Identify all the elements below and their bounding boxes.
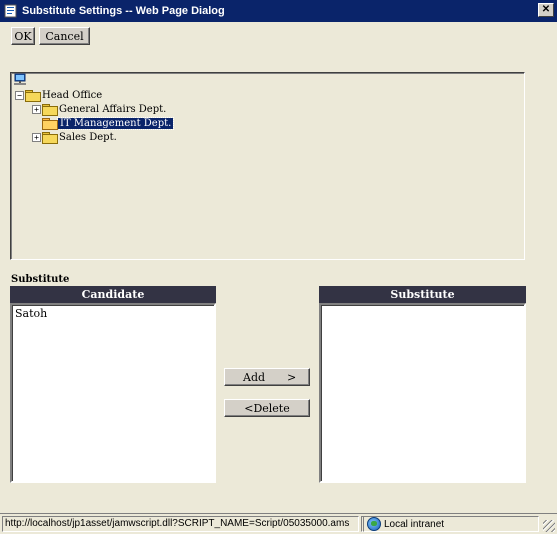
network-icon — [13, 73, 27, 90]
folder-open-icon — [25, 89, 41, 102]
tree-node-label[interactable]: Head Office — [41, 90, 103, 101]
tree-root[interactable] — [13, 73, 27, 90]
tree-node-it-management[interactable]: IT Management Dept. — [42, 116, 175, 130]
add-arrow: > — [287, 370, 297, 384]
folder-icon — [42, 131, 58, 144]
substitute-header: Substitute — [319, 286, 526, 303]
title-bar: Substitute Settings -- Web Page Dialog ✕ — [0, 0, 557, 22]
tree-node-label[interactable]: Sales Dept. — [58, 132, 118, 143]
dialog-icon — [4, 4, 18, 18]
ok-button[interactable]: OK — [11, 27, 35, 45]
collapse-icon[interactable]: − — [15, 90, 24, 100]
expand-icon[interactable]: + — [32, 104, 41, 114]
candidate-header: Candidate — [10, 286, 216, 303]
tree-node-label[interactable]: General Affairs Dept. — [58, 104, 167, 115]
folder-open-icon — [42, 117, 58, 130]
resize-grip-icon[interactable] — [543, 520, 555, 532]
candidate-list[interactable]: Satoh — [10, 303, 216, 483]
cancel-button[interactable]: Cancel — [39, 27, 90, 45]
delete-button[interactable]: <Delete — [224, 399, 310, 417]
dialog-body: OK Cancel − Head Office + General Affair… — [3, 22, 554, 512]
expand-icon[interactable]: + — [32, 132, 41, 142]
folder-icon — [42, 103, 58, 116]
organization-tree[interactable]: − Head Office + General Affairs Dept. IT… — [10, 72, 525, 260]
tree-node-head-office[interactable]: − Head Office — [15, 88, 103, 102]
substitute-list[interactable] — [319, 303, 526, 483]
tree-node-sales[interactable]: + Sales Dept. — [32, 130, 118, 144]
add-button-label: Add — [243, 370, 266, 384]
status-url: http://localhost/jp1asset/jamwscript.dll… — [2, 516, 359, 532]
globe-icon — [367, 517, 381, 531]
security-zone: Local intranet — [363, 516, 539, 532]
tree-node-label-selected[interactable]: IT Management Dept. — [56, 116, 175, 130]
substitute-section-label: Substitute — [11, 274, 70, 285]
add-button[interactable]: Add > — [224, 368, 310, 386]
zone-label: Local intranet — [384, 518, 445, 530]
tree-node-general-affairs[interactable]: + General Affairs Dept. — [32, 102, 167, 116]
status-bar: http://localhost/jp1asset/jamwscript.dll… — [0, 513, 557, 534]
list-item[interactable]: Satoh — [12, 305, 214, 322]
window-title: Substitute Settings -- Web Page Dialog — [22, 5, 225, 17]
close-button[interactable]: ✕ — [538, 3, 554, 17]
